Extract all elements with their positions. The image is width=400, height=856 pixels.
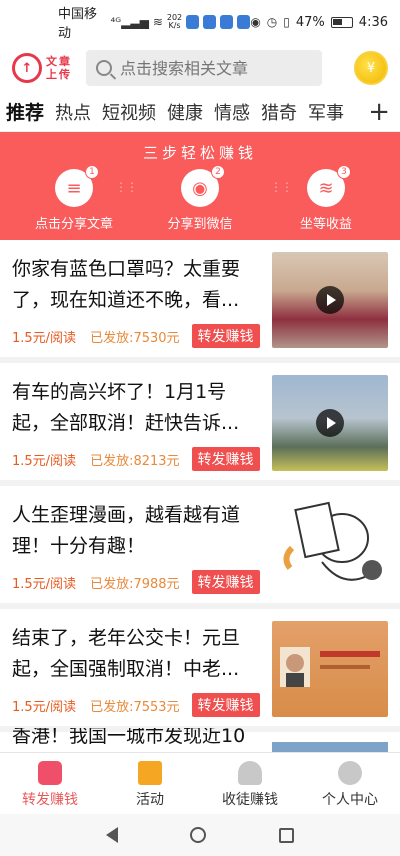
logo-text-line2: 上传 [46, 68, 72, 81]
article-card[interactable]: 人生歪理漫画，越看越有道理！十分有趣！ 1.5元/阅读 已发放:7988元 转发… [0, 486, 400, 609]
article-feed: 你家有蓝色口罩吗？太重要了，现在知道还不晚，看... 1.5元/阅读 已发放:7… [0, 240, 400, 732]
tab-health[interactable]: 健康 [167, 99, 203, 125]
tab-military[interactable]: 军事 [308, 99, 344, 125]
step-label: 点击分享文章 [34, 217, 113, 232]
gift-icon [138, 761, 162, 785]
step-number: 3 [337, 165, 351, 179]
wifi-icon: ≋ [152, 15, 163, 29]
nav-label: 活动 [136, 792, 164, 808]
step-label: 坐等收益 [299, 217, 352, 232]
article-card[interactable]: 有车的高兴坏了！1月1号起，全部取消！赶快告诉... 1.5元/阅读 已发放:8… [0, 363, 400, 486]
back-icon[interactable] [106, 827, 119, 843]
play-icon [316, 409, 344, 437]
tab-recommend[interactable]: 推荐 [6, 98, 44, 125]
step-number: 1 [85, 165, 99, 179]
nav-profile[interactable]: 个人中心 [300, 753, 400, 814]
search-bar[interactable] [86, 50, 322, 86]
article-title[interactable]: 结束了，老年公交卡！元旦起，全国强制取消！中老... [12, 623, 262, 685]
issued-amount: 已发放:8213元 [90, 453, 180, 469]
price-per-read: 1.5元/阅读 [12, 453, 77, 469]
step-label: 分享到微信 [167, 217, 233, 232]
tab-hot[interactable]: 热点 [55, 99, 91, 125]
app-notification-icon [237, 15, 251, 29]
tab-short-video[interactable]: 短视频 [102, 99, 156, 125]
step-number: 2 [211, 165, 225, 179]
logo-icon: ↑ [12, 53, 42, 83]
net-speed: 202 K/s [166, 13, 183, 30]
cartoon-illustration [283, 501, 382, 581]
nav-label: 个人中心 [322, 792, 378, 808]
vibrate-icon: ▯ [283, 15, 290, 29]
coin-icon[interactable]: ¥ [354, 51, 388, 85]
nav-share-earn[interactable]: 转发赚钱 [0, 753, 100, 814]
app-notification-icon [220, 15, 234, 29]
status-bar: 中国移动 ⁴ᴳ▂▃▅ ≋ 202 K/s ◉ ◷ ▯ 47% 4:36 [0, 0, 400, 44]
user-icon [238, 761, 262, 785]
app-notification-icon [186, 15, 200, 29]
share-earn-button[interactable]: 转发赚钱 [191, 324, 260, 348]
nav-activity[interactable]: 活动 [100, 753, 200, 814]
share-earn-button[interactable]: 转发赚钱 [191, 693, 260, 717]
wechat-icon: ◉ 2 [181, 165, 225, 207]
article-card[interactable]: 结束了，老年公交卡！元旦起，全国强制取消！中老... 1.5元/阅读 已发放:7… [0, 609, 400, 732]
price-per-read: 1.5元/阅读 [12, 699, 77, 715]
logo-text-line1: 文章 [46, 55, 72, 68]
home-icon[interactable] [190, 827, 207, 843]
profile-icon [338, 761, 362, 785]
search-icon [96, 60, 112, 76]
article-title[interactable]: 人生歪理漫画，越看越有道理！十分有趣！ [12, 500, 262, 562]
issued-amount: 已发放:7988元 [90, 576, 180, 592]
app-logo[interactable]: ↑ 文章 上传 [12, 53, 72, 83]
article-card-partial[interactable]: 香港！我国一城市发现近10 [0, 728, 400, 752]
article-thumbnail[interactable] [272, 375, 388, 471]
article-thumbnail[interactable] [272, 621, 388, 717]
clock: 4:36 [358, 14, 388, 30]
eye-icon: ◉ [250, 15, 261, 29]
play-icon [316, 286, 344, 314]
article-thumbnail[interactable] [272, 742, 388, 752]
category-tabs: 推荐 热点 短视频 健康 情感 猎奇 军事 + [0, 92, 400, 132]
step-share-wechat: ◉ 2 分享到微信 [150, 165, 250, 232]
add-tab-button[interactable]: + [368, 97, 390, 127]
article-title[interactable]: 有车的高兴坏了！1月1号起，全部取消！赶快告诉... [12, 377, 262, 439]
nav-recruit[interactable]: 收徒赚钱 [200, 753, 300, 814]
battery-percent: 47% [295, 14, 325, 30]
alarm-icon: ◷ [266, 15, 278, 29]
article-title[interactable]: 香港！我国一城市发现近10 [0, 728, 260, 752]
recent-apps-icon[interactable] [278, 827, 294, 843]
price-per-read: 1.5元/阅读 [12, 576, 77, 592]
issued-amount: 已发放:7553元 [90, 699, 180, 715]
banner-title: 三步轻松赚钱 [142, 144, 257, 162]
tab-emotion[interactable]: 情感 [214, 99, 250, 125]
app-header: ↑ 文章 上传 ¥ [0, 44, 400, 92]
share-earn-button[interactable]: 转发赚钱 [191, 447, 260, 471]
price-per-read: 1.5元/阅读 [12, 330, 77, 346]
tab-curious[interactable]: 猎奇 [261, 99, 297, 125]
system-nav-bar [0, 814, 400, 856]
bus-card-photo [280, 647, 380, 687]
battery-icon [330, 16, 353, 28]
dots-divider [115, 176, 133, 194]
step-share-article: ≡ 1 点击分享文章 [24, 165, 124, 232]
share-earn-button[interactable]: 转发赚钱 [191, 570, 260, 594]
share-earn-icon [38, 761, 62, 785]
nav-label: 收徒赚钱 [222, 792, 278, 808]
step-earn: ≋ 3 坐等收益 [276, 165, 376, 232]
article-card[interactable]: 你家有蓝色口罩吗？太重要了，现在知道还不晚，看... 1.5元/阅读 已发放:7… [0, 240, 400, 363]
carrier-label: 中国移动 [58, 7, 98, 41]
signal-icon: ⁴ᴳ▂▃▅ [110, 15, 149, 29]
issued-amount: 已发放:7530元 [90, 330, 180, 346]
app-notification-icon [203, 15, 217, 29]
article-title[interactable]: 你家有蓝色口罩吗？太重要了，现在知道还不晚，看... [12, 254, 262, 316]
document-icon: ≡ 1 [55, 165, 99, 207]
nav-label: 转发赚钱 [22, 792, 78, 808]
search-input[interactable] [120, 58, 310, 78]
bottom-nav: 转发赚钱 活动 收徒赚钱 个人中心 [0, 752, 400, 814]
article-thumbnail[interactable] [272, 252, 388, 348]
coins-icon: ≋ 3 [307, 165, 351, 207]
article-thumbnail[interactable] [272, 498, 388, 594]
earn-banner[interactable]: 三步轻松赚钱 ≡ 1 点击分享文章 ◉ 2 分享到微信 ≋ 3 坐等收益 [0, 132, 400, 240]
